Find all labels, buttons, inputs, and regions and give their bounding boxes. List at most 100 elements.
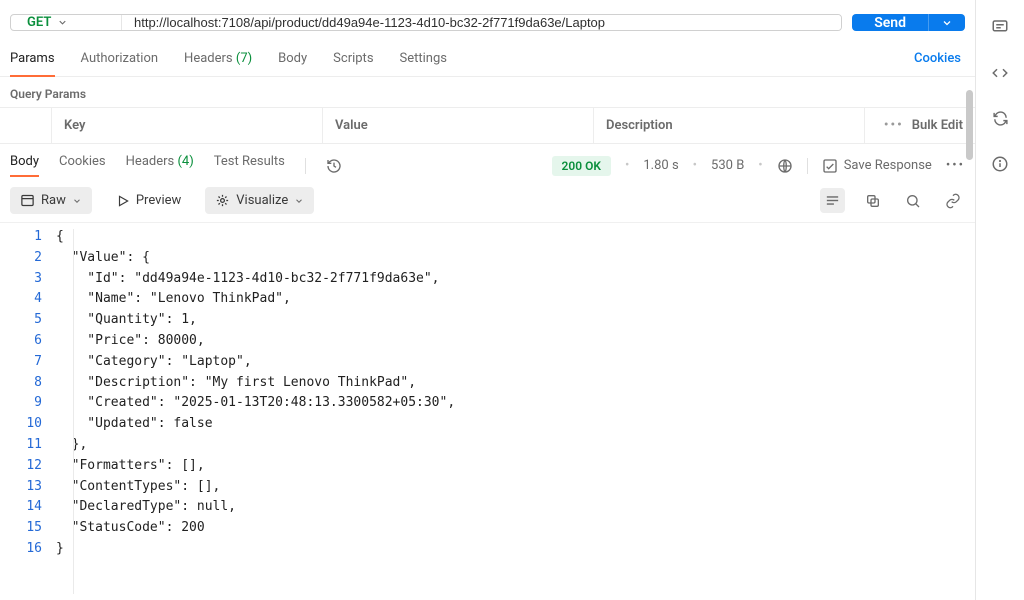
save-response-button[interactable]: Save Response [822, 158, 932, 174]
code-line: 15 "StatusCode": 200 [0, 518, 975, 539]
line-number: 15 [0, 518, 56, 539]
view-mode-bar: Raw Preview Visualize [0, 183, 975, 222]
line-number: 16 [0, 539, 56, 560]
line-number: 3 [0, 269, 56, 290]
scrollbar-thumb[interactable] [966, 90, 973, 160]
tab-authorization[interactable]: Authorization [81, 45, 159, 76]
ellipsis-icon: ••• [884, 118, 904, 133]
line-number: 4 [0, 289, 56, 310]
line-number: 10 [0, 414, 56, 435]
view-visualize-button[interactable]: Visualize [205, 187, 314, 214]
search-icon[interactable] [901, 189, 925, 213]
response-tabs: Body Cookies Headers (4) Test Results 20… [0, 144, 975, 183]
code-text: "Updated": false [56, 414, 213, 435]
chevron-down-icon [57, 17, 68, 28]
query-params-key-header[interactable]: Key [52, 108, 323, 143]
info-icon[interactable] [991, 155, 1009, 173]
response-tab-body[interactable]: Body [10, 154, 39, 177]
globe-icon[interactable] [777, 158, 793, 174]
code-line: 2 "Value": { [0, 248, 975, 269]
code-line: 13 "ContentTypes": [], [0, 477, 975, 498]
indent-guide [73, 229, 74, 594]
line-number: 12 [0, 456, 56, 477]
code-text: "Description": "My first Lenovo ThinkPad… [56, 373, 416, 394]
wrap-lines-icon[interactable] [820, 188, 845, 213]
tab-body[interactable]: Body [278, 45, 307, 76]
dot-separator: • [693, 158, 697, 173]
history-icon[interactable] [326, 158, 342, 174]
line-number: 6 [0, 331, 56, 352]
code-text: "Name": "Lenovo ThinkPad", [56, 289, 291, 310]
line-number: 7 [0, 352, 56, 373]
right-rail [976, 0, 1024, 600]
http-method-label: GET [27, 15, 51, 30]
code-line: 7 "Category": "Laptop", [0, 352, 975, 373]
code-line: 8 "Description": "My first Lenovo ThinkP… [0, 373, 975, 394]
tab-settings[interactable]: Settings [400, 45, 447, 76]
tab-scripts[interactable]: Scripts [333, 45, 373, 76]
divider [807, 158, 808, 174]
code-line: 14 "DeclaredType": null, [0, 497, 975, 518]
code-text: "Id": "dd49a94e-1123-4d10-bc32-2f771f9da… [56, 269, 440, 290]
code-text: "Category": "Laptop", [56, 352, 252, 373]
http-method-select[interactable]: GET [11, 15, 121, 30]
query-params-value-header[interactable]: Value [323, 108, 594, 143]
link-icon[interactable] [941, 189, 965, 213]
code-line: 10 "Updated": false [0, 414, 975, 435]
send-button-label: Send [852, 14, 928, 31]
code-line: 5 "Quantity": 1, [0, 310, 975, 331]
code-text: }, [56, 435, 87, 456]
refresh-icon[interactable] [992, 110, 1009, 127]
line-number: 2 [0, 248, 56, 269]
line-number: 9 [0, 393, 56, 414]
code-line: 3 "Id": "dd49a94e-1123-4d10-bc32-2f771f9… [0, 269, 975, 290]
line-number: 13 [0, 477, 56, 498]
send-button[interactable]: Send [852, 14, 965, 31]
divider [305, 158, 306, 174]
request-bar: GET Send [0, 0, 975, 41]
response-tab-headers[interactable]: Headers (4) [126, 154, 194, 177]
dot-separator: • [625, 158, 629, 173]
more-actions-icon[interactable]: ••• [946, 158, 965, 173]
dot-separator: • [758, 158, 762, 173]
code-text: "DeclaredType": null, [56, 497, 236, 518]
response-status-group: 200 OK • 1.80 s • 530 B • Save Response … [552, 156, 965, 176]
comments-icon[interactable] [991, 18, 1009, 36]
code-line: 4 "Name": "Lenovo ThinkPad", [0, 289, 975, 310]
code-text: { [56, 227, 64, 248]
tab-params[interactable]: Params [10, 45, 55, 76]
url-input[interactable] [122, 15, 841, 30]
query-params-header: Key Value Description ••• Bulk Edit [0, 107, 975, 144]
copy-icon[interactable] [861, 189, 885, 213]
code-line: 6 "Price": 80000, [0, 331, 975, 352]
query-params-description-header[interactable]: Description [594, 108, 865, 143]
code-line: 9 "Created": "2025-01-13T20:48:13.330058… [0, 393, 975, 414]
code-text: "StatusCode": 200 [56, 518, 205, 539]
line-number: 8 [0, 373, 56, 394]
code-text: "Formatters": [], [56, 456, 205, 477]
line-number: 11 [0, 435, 56, 456]
code-text: } [56, 539, 64, 560]
code-line: 1{ [0, 227, 975, 248]
status-badge: 200 OK [552, 156, 611, 176]
method-url-group: GET [10, 14, 842, 31]
response-tab-test-results[interactable]: Test Results [214, 154, 285, 177]
view-raw-button[interactable]: Raw [10, 187, 92, 214]
bulk-edit-button[interactable]: ••• Bulk Edit [865, 108, 975, 143]
response-tab-cookies[interactable]: Cookies [59, 154, 106, 177]
tab-headers[interactable]: Headers (7) [184, 45, 252, 76]
response-time: 1.80 s [643, 158, 678, 173]
code-text: "ContentTypes": [], [56, 477, 220, 498]
code-icon[interactable] [991, 64, 1009, 82]
response-body-viewer[interactable]: 1{2 "Value": {3 "Id": "dd49a94e-1123-4d1… [0, 222, 975, 600]
view-preview-button[interactable]: Preview [106, 187, 191, 214]
query-params-checkbox-col[interactable] [0, 108, 52, 143]
cookies-link[interactable]: Cookies [914, 45, 965, 76]
chevron-down-icon [294, 196, 304, 206]
chevron-down-icon [72, 196, 82, 206]
code-text: "Value": { [56, 248, 150, 269]
line-number: 1 [0, 227, 56, 248]
request-tabs: Params Authorization Headers (7) Body Sc… [0, 41, 975, 77]
code-text: "Price": 80000, [56, 331, 205, 352]
send-dropdown[interactable] [928, 14, 965, 31]
